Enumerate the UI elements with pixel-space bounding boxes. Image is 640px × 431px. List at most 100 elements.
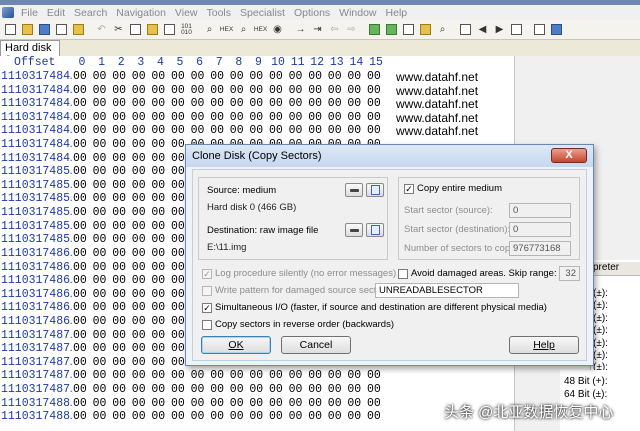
back-icon[interactable]: ⇦ — [326, 22, 343, 38]
hex-byte[interactable]: 00 — [151, 247, 165, 260]
hex-byte[interactable]: 00 — [112, 329, 126, 342]
hex-byte[interactable]: 00 — [308, 397, 322, 410]
hex-byte[interactable]: 00 — [151, 233, 165, 246]
hex-byte[interactable]: 00 — [93, 152, 107, 165]
hex-row[interactable]: 1110317487…00000000000000000000000000000… — [0, 369, 514, 383]
skip-range-field[interactable]: 32 — [559, 266, 580, 281]
source-browse-button[interactable] — [366, 183, 384, 197]
binoculars-icon[interactable]: ◉ — [269, 22, 286, 38]
source-select-button[interactable] — [345, 183, 363, 197]
hex-byte[interactable]: 00 — [73, 192, 87, 205]
hex-byte[interactable]: 00 — [93, 315, 107, 328]
hex-byte[interactable]: 00 — [112, 111, 126, 124]
hex-byte[interactable]: 00 — [112, 233, 126, 246]
hex-byte[interactable]: 00 — [132, 206, 146, 219]
hex-byte[interactable]: 00 — [73, 97, 87, 110]
undo-icon[interactable]: ↶ — [93, 22, 110, 38]
hex-byte[interactable]: 00 — [73, 369, 87, 382]
hex-byte[interactable]: 00 — [93, 356, 107, 369]
hex-byte[interactable]: 00 — [269, 397, 283, 410]
hex-byte[interactable]: 00 — [132, 152, 146, 165]
hex-byte[interactable]: 00 — [289, 369, 303, 382]
clone-icon[interactable] — [400, 22, 417, 38]
hex-byte[interactable]: 00 — [347, 383, 361, 396]
hex-byte[interactable]: 00 — [73, 301, 87, 314]
hex-byte[interactable]: 00 — [151, 383, 165, 396]
hex-byte[interactable]: 00 — [132, 192, 146, 205]
hex-byte[interactable]: 00 — [132, 369, 146, 382]
hex-byte[interactable]: 00 — [132, 301, 146, 314]
hex-byte[interactable]: 00 — [112, 192, 126, 205]
paste-icon[interactable] — [144, 22, 161, 38]
hex-byte[interactable]: 00 — [210, 70, 224, 83]
hex-byte[interactable]: 00 — [171, 356, 185, 369]
hex-byte[interactable]: 00 — [112, 342, 126, 355]
hex-byte[interactable]: 00 — [112, 383, 126, 396]
replace-text-icon[interactable]: ⌕ — [235, 22, 252, 38]
hex-byte[interactable]: 00 — [151, 356, 165, 369]
ram-icon[interactable] — [383, 22, 400, 38]
hex-byte[interactable]: 00 — [230, 97, 244, 110]
hex-byte[interactable]: 00 — [112, 356, 126, 369]
hex-byte[interactable]: 00 — [151, 84, 165, 97]
hex-byte[interactable]: 00 — [73, 111, 87, 124]
find-text-icon[interactable]: ⌕ — [201, 22, 218, 38]
hex-byte[interactable]: 00 — [93, 138, 107, 151]
hex-byte[interactable]: 00 — [73, 410, 87, 423]
avoid-damaged-checkbox[interactable] — [398, 269, 408, 279]
hex-byte[interactable]: 00 — [171, 342, 185, 355]
hex-byte[interactable]: 00 — [112, 274, 126, 287]
hex-byte[interactable]: 00 — [328, 383, 342, 396]
hex-byte[interactable]: 00 — [132, 138, 146, 151]
hex-byte[interactable]: 00 — [347, 124, 361, 137]
hex-byte[interactable]: 00 — [151, 97, 165, 110]
hex-byte[interactable]: 00 — [151, 179, 165, 192]
hex-byte[interactable]: 00 — [230, 410, 244, 423]
hex-byte[interactable]: 00 — [73, 288, 87, 301]
ok-button[interactable]: OK — [201, 336, 271, 354]
goto-sector-icon[interactable]: ⇥ — [309, 22, 326, 38]
hex-byte[interactable]: 00 — [151, 274, 165, 287]
hex-byte[interactable]: 00 — [347, 397, 361, 410]
hex-byte[interactable]: 00 — [151, 369, 165, 382]
hex-byte[interactable]: 00 — [230, 84, 244, 97]
hex-byte[interactable]: 00 — [210, 84, 224, 97]
hex-byte[interactable]: 00 — [289, 124, 303, 137]
hex-byte[interactable]: 00 — [112, 165, 126, 178]
hex-row[interactable]: 1110317484…00000000000000000000000000000… — [0, 70, 514, 84]
hex-byte[interactable]: 00 — [151, 342, 165, 355]
hex-byte[interactable]: 00 — [73, 220, 87, 233]
properties-icon[interactable] — [70, 22, 87, 38]
hex-byte[interactable]: 00 — [191, 111, 205, 124]
hex-byte[interactable]: 00 — [171, 179, 185, 192]
hex-byte[interactable]: 00 — [93, 274, 107, 287]
hex-byte[interactable]: 00 — [171, 84, 185, 97]
hex-byte[interactable]: 00 — [367, 397, 381, 410]
hex-byte[interactable]: 00 — [93, 206, 107, 219]
hex-byte[interactable]: 00 — [73, 397, 87, 410]
hex-byte[interactable]: 00 — [73, 315, 87, 328]
hex-byte[interactable]: 00 — [230, 369, 244, 382]
hex-byte[interactable]: 00 — [132, 329, 146, 342]
hex-byte[interactable]: 00 — [308, 124, 322, 137]
hex-byte[interactable]: 00 — [171, 247, 185, 260]
hex-byte[interactable]: 00 — [328, 84, 342, 97]
image-icon[interactable] — [417, 22, 434, 38]
hex-row[interactable]: 1110317484…00000000000000000000000000000… — [0, 124, 514, 138]
hex-byte[interactable]: 00 — [151, 206, 165, 219]
hex-byte[interactable]: 00 — [210, 383, 224, 396]
hex-byte[interactable]: 00 — [249, 84, 263, 97]
hex-byte[interactable]: 00 — [171, 206, 185, 219]
text-column[interactable]: www.datahf.net — [396, 84, 478, 98]
prev-icon[interactable]: ◀ — [474, 22, 491, 38]
hex-byte[interactable]: 00 — [151, 165, 165, 178]
destination-select-button[interactable] — [345, 223, 363, 237]
text-column[interactable]: www.datahf.net — [396, 124, 478, 138]
hex-byte[interactable]: 00 — [73, 179, 87, 192]
save-icon[interactable] — [36, 22, 53, 38]
hex-byte[interactable]: 00 — [171, 397, 185, 410]
open-icon[interactable] — [19, 22, 36, 38]
text-column[interactable]: www.datahf.net — [396, 97, 478, 111]
hex-byte[interactable]: 00 — [151, 288, 165, 301]
hex-byte[interactable]: 00 — [249, 70, 263, 83]
